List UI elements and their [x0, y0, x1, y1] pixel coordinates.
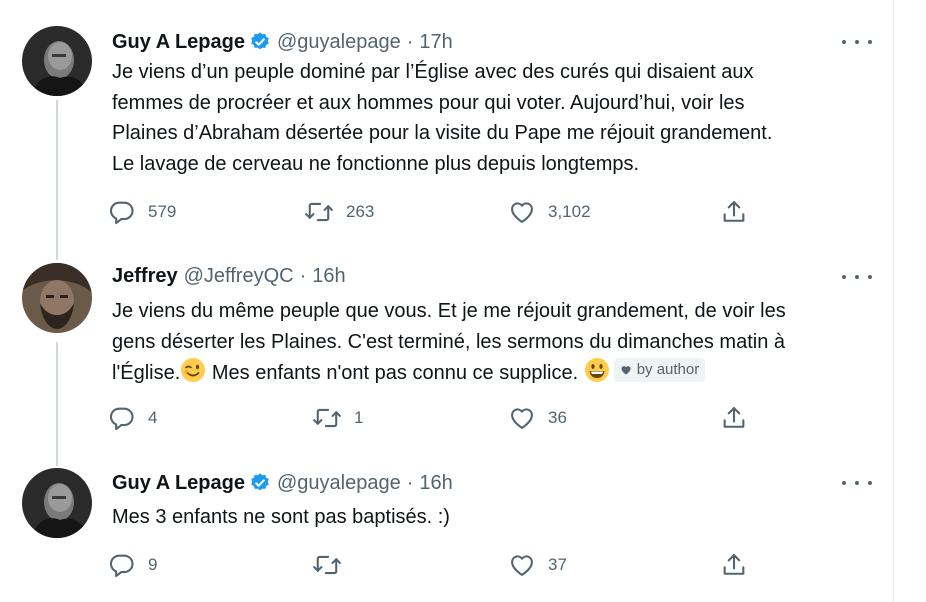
reply-button[interactable]: 9: [108, 550, 157, 580]
thread-line: [56, 342, 58, 450]
tweet-3[interactable]: Guy A Lepage @guyalepage · 16h Mes 3 enf…: [0, 450, 893, 602]
tweet-text-line: Mes 3 enfants ne sont pas baptisés. :): [112, 506, 450, 528]
more-icon[interactable]: [842, 267, 872, 287]
separator: ·: [299, 264, 307, 287]
column-border: [893, 0, 894, 602]
timestamp[interactable]: 17h: [419, 31, 452, 54]
timestamp[interactable]: 16h: [419, 472, 452, 495]
badge-label: by author: [636, 361, 700, 378]
retweet-count: 263: [346, 202, 375, 221]
like-count: 3,102: [548, 202, 591, 221]
action-bar: 4 1 36: [108, 403, 768, 433]
reply-icon: [108, 551, 136, 579]
reply-button[interactable]: 4: [108, 403, 157, 433]
tweet-header: Jeffrey @JeffreyQC · 16h: [112, 261, 346, 291]
tweet-2[interactable]: Jeffrey @JeffreyQC · 16h Je viens du mêm…: [0, 250, 893, 450]
tweet-text-fragment: l'Église.: [112, 362, 181, 384]
action-bar: 9 37: [108, 550, 768, 580]
retweet-button[interactable]: 1: [312, 403, 363, 433]
action-bar: 579 263 3,102: [108, 197, 768, 227]
retweet-icon: [312, 404, 342, 432]
thread-line: [56, 100, 58, 250]
verified-badge-icon: [249, 472, 271, 494]
share-button[interactable]: [720, 197, 748, 227]
winking-face-emoji: [180, 357, 206, 393]
share-icon: [720, 404, 748, 432]
tweet-header: Guy A Lepage @guyalepage · 17h: [112, 27, 453, 57]
retweet-button[interactable]: 263: [304, 197, 374, 227]
thread-line: [56, 450, 58, 466]
tweet-text: Mes 3 enfants ne sont pas baptisés. :): [112, 502, 882, 533]
thread-line: [56, 250, 58, 260]
share-icon: [720, 551, 748, 579]
avatar[interactable]: [22, 468, 92, 538]
separator: ·: [406, 30, 414, 53]
tweet-text-line: Le lavage de cerveau ne fonctionne plus …: [112, 152, 640, 175]
handle[interactable]: @guyalepage: [277, 31, 401, 54]
display-name[interactable]: Guy A Lepage: [112, 472, 245, 495]
heart-icon: [620, 364, 632, 376]
reply-count: 9: [148, 555, 158, 574]
tweet-text-line: Je viens du même peuple que vous. Et je …: [112, 300, 786, 322]
like-count: 37: [548, 555, 567, 574]
tweet-text-line: femmes de procréer et aux hommes pour qu…: [112, 91, 745, 114]
share-icon: [720, 198, 748, 226]
tweet-1[interactable]: Guy A Lepage @guyalepage · 17h Je viens …: [0, 0, 893, 250]
more-icon[interactable]: [842, 473, 872, 493]
handle[interactable]: @guyalepage: [277, 472, 401, 495]
verified-badge-icon: [249, 31, 271, 53]
like-button[interactable]: 3,102: [508, 197, 591, 227]
avatar[interactable]: [22, 26, 92, 96]
tweet-text-line: Je viens d’un peuple dominé par l’Église…: [112, 61, 754, 83]
grinning-face-emoji: [584, 357, 610, 393]
heart-icon: [508, 198, 536, 226]
like-button[interactable]: 37: [508, 550, 567, 580]
separator: ·: [406, 471, 414, 494]
reply-count: 579: [148, 202, 177, 221]
handle[interactable]: @JeffreyQC: [184, 265, 294, 288]
retweet-button[interactable]: [312, 550, 354, 580]
tweet-text: Je viens du même peuple que vous. Et je …: [112, 296, 882, 393]
heart-icon: [508, 404, 536, 432]
reply-icon: [108, 198, 136, 226]
tweet-text-line: Plaines d’Abraham désertée pour la visit…: [112, 122, 773, 144]
like-button[interactable]: 36: [508, 403, 567, 433]
author-like-badge: by author: [613, 358, 706, 382]
tweet-text-fragment: Mes enfants n'ont pas connu ce supplice.: [206, 362, 584, 384]
tweet-text-line: gens déserter les Plaines. C'est terminé…: [112, 330, 786, 353]
tweet-header: Guy A Lepage @guyalepage · 16h: [112, 468, 453, 498]
reply-button[interactable]: 579: [108, 197, 176, 227]
reply-count: 4: [148, 408, 158, 427]
retweet-icon: [304, 198, 334, 226]
retweet-count: 1: [354, 408, 364, 427]
more-icon[interactable]: [842, 32, 872, 52]
avatar[interactable]: [22, 263, 92, 333]
display-name[interactable]: Guy A Lepage: [112, 31, 245, 54]
like-count: 36: [548, 408, 567, 427]
share-button[interactable]: [720, 403, 748, 433]
retweet-icon: [312, 551, 342, 579]
tweet-text: Je viens d’un peuple dominé par l’Église…: [112, 57, 882, 179]
heart-icon: [508, 551, 536, 579]
reply-icon: [108, 404, 136, 432]
timestamp[interactable]: 16h: [312, 265, 345, 288]
share-button[interactable]: [720, 550, 748, 580]
tweet-text-line: l'Église. Mes enfants n'ont pas connu ce…: [112, 357, 882, 393]
display-name[interactable]: Jeffrey: [112, 265, 178, 288]
